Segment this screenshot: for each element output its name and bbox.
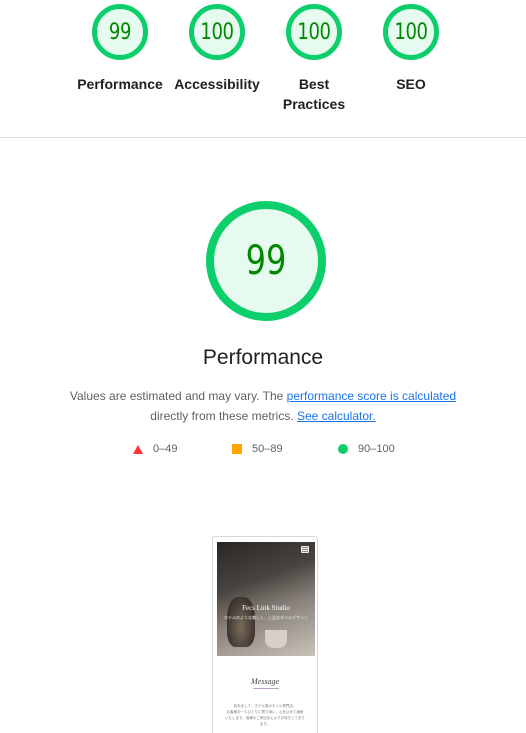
gauge-best-practices[interactable]: 100 Best Practices [264, 4, 364, 114]
thumbnail-hero-title: Fecs Link Studio [242, 604, 290, 612]
score-ring: 99 [92, 4, 148, 60]
legend-range: 0–49 [153, 443, 178, 455]
performance-description: Values are estimated and may vary. The p… [60, 386, 466, 426]
legend-range: 90–100 [358, 443, 395, 455]
gauge-performance[interactable]: 99 Performance [70, 4, 170, 94]
section-divider [0, 137, 526, 138]
score-value: 100 [394, 19, 428, 45]
legend-range: 50–89 [252, 443, 283, 455]
thumbnail-hero-subtitle: ホテルのような美しく、上品なネイルデザイン [224, 615, 308, 620]
legend-item-pass: 90–100 [338, 443, 395, 455]
gauge-label: SEO [396, 76, 426, 92]
legend-item-average: 50–89 [232, 443, 283, 455]
circle-icon [338, 444, 348, 454]
gauge-label: Performance [77, 76, 163, 92]
triangle-icon [133, 444, 143, 454]
gauge-accessibility[interactable]: 100 Accessibility [167, 4, 267, 94]
performance-title: Performance [202, 346, 324, 369]
thumbnail-message-heading: Message [251, 677, 279, 686]
cup-shape [265, 630, 287, 648]
gauge-label: Accessibility [174, 76, 260, 92]
score-value: 100 [297, 19, 331, 45]
score-value: 99 [108, 19, 132, 45]
legend-item-fail: 0–49 [133, 443, 177, 455]
score-ring: 100 [189, 4, 245, 60]
hamburger-icon [302, 547, 308, 552]
thumbnail-hero-image: Fecs Link Studio ホテルのような美しく、上品なネイルデザイン [217, 542, 315, 656]
description-text: Values are estimated and may vary. The [69, 389, 287, 403]
thumbnail-body-text: 初めまして、ホテル風のネイル専門店。 お客様お一人ひとりに寄り添い、心を込めて施… [225, 703, 305, 727]
heading-underline [253, 688, 279, 689]
lighthouse-report: 99 Performance 100 Accessibility 100 Bes… [0, 0, 526, 733]
performance-score-value: 99 [245, 238, 287, 284]
performance-score-link[interactable]: performance score is calculated [287, 389, 456, 403]
page-screenshot-thumbnail[interactable]: Fecs Link Studio ホテルのような美しく、上品なネイルデザイン M… [212, 536, 318, 733]
description-text: directly from these metrics. [150, 409, 297, 423]
category-gauges: 99 Performance 100 Accessibility 100 Bes… [0, 0, 526, 137]
see-calculator-link[interactable]: See calculator. [297, 409, 376, 423]
square-icon [232, 444, 242, 454]
gauge-label: Best Practices [282, 76, 346, 112]
score-ring: 100 [383, 4, 439, 60]
score-ring: 100 [286, 4, 342, 60]
score-value: 100 [200, 19, 234, 45]
thumbnail-body-line: お客様お一人ひとりに寄り添い、心を込めて施術いたします。皆様のご来店を心よりお待… [225, 710, 305, 726]
score-legend: 0–49 50–89 90–100 [0, 443, 526, 463]
gauge-seo[interactable]: 100 SEO [361, 4, 461, 94]
performance-score-gauge: 99 [206, 201, 326, 321]
